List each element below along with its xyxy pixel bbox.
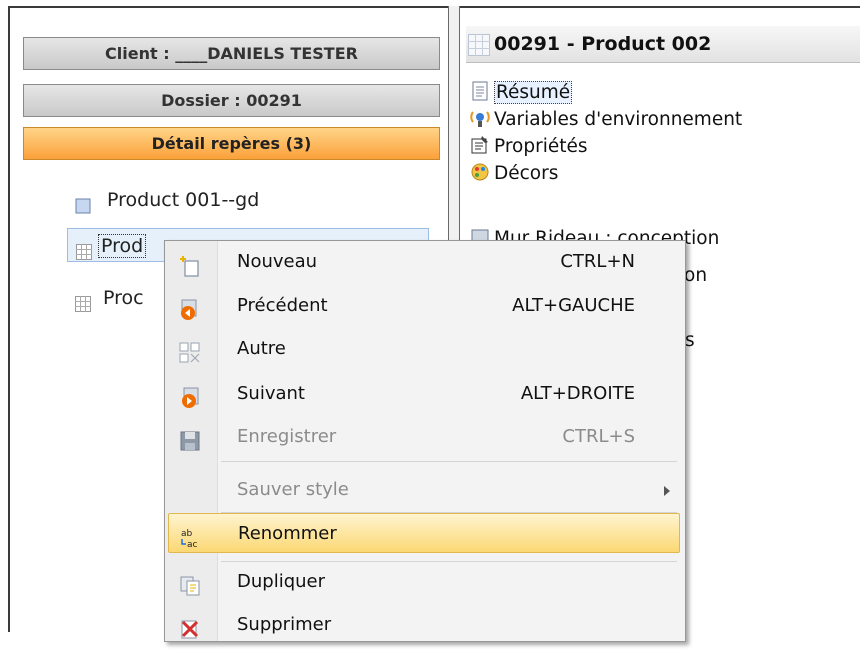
menu-separator — [221, 461, 677, 462]
menu-item-renommer[interactable]: ab ac Renommer — [168, 513, 680, 553]
tree-item-label: Prod — [98, 234, 147, 258]
tree-item-label: Product 001--gd — [107, 189, 260, 211]
product-title-bar: 00291 - Product 002 — [466, 26, 860, 63]
rename-icon: ab ac — [180, 524, 202, 550]
document-icon — [470, 81, 490, 101]
properties-icon — [470, 135, 490, 155]
menu-item-enregistrer[interactable]: Enregistrer CTRL+S — [168, 417, 680, 457]
nav-resume[interactable]: Résumé — [470, 79, 573, 106]
menu-item-precedent[interactable]: Précédent ALT+GAUCHE — [168, 286, 680, 326]
tree-item-product-001[interactable]: Product 001--gd — [75, 183, 259, 217]
square-icon — [75, 191, 91, 213]
palette-icon — [470, 162, 490, 182]
delete-icon — [179, 615, 201, 639]
menu-item-dupliquer[interactable]: Dupliquer — [168, 562, 680, 602]
menu-item-suivant[interactable]: Suivant ALT+DROITE — [168, 374, 680, 414]
next-icon — [179, 384, 201, 408]
dossier-header: Dossier : 00291 — [23, 84, 440, 117]
tree-item-label: Proc — [103, 287, 144, 309]
context-menu: Nouveau CTRL+N Précédent ALT+GAUCHE Autr… — [164, 240, 686, 642]
nav-decors[interactable]: Décors — [470, 160, 558, 187]
duplicate-icon — [179, 572, 201, 596]
nav-proprietes[interactable]: Propriétés — [470, 133, 588, 160]
tree-item-product-003[interactable]: Proc — [75, 281, 144, 315]
nav-item-partial[interactable]: on — [684, 262, 707, 289]
previous-icon — [179, 296, 201, 320]
submenu-arrow-icon — [664, 486, 670, 496]
grid-icon — [75, 289, 91, 312]
client-header: Client : ____DANIELS TESTER — [23, 37, 440, 70]
svg-text:ab: ab — [181, 529, 193, 539]
grid-icon — [468, 32, 490, 56]
menu-item-supprimer[interactable]: Supprimer — [168, 605, 680, 645]
product-title: 00291 - Product 002 — [494, 33, 712, 55]
svg-text:ac: ac — [187, 540, 198, 549]
menu-item-sauver-style[interactable]: Sauver style — [168, 470, 680, 510]
menu-item-autre[interactable]: Autre — [168, 329, 680, 369]
nav-variables-environnement[interactable]: Variables d'environnement — [470, 106, 742, 133]
network-icon — [470, 108, 490, 128]
grid-icon — [76, 237, 92, 260]
other-icon — [179, 339, 201, 363]
nav-item-partial[interactable]: s — [685, 327, 695, 354]
new-icon — [179, 252, 201, 277]
detail-reperes-header[interactable]: Détail repères (3) — [23, 127, 440, 160]
save-icon — [179, 427, 201, 451]
menu-item-nouveau[interactable]: Nouveau CTRL+N — [168, 242, 680, 282]
